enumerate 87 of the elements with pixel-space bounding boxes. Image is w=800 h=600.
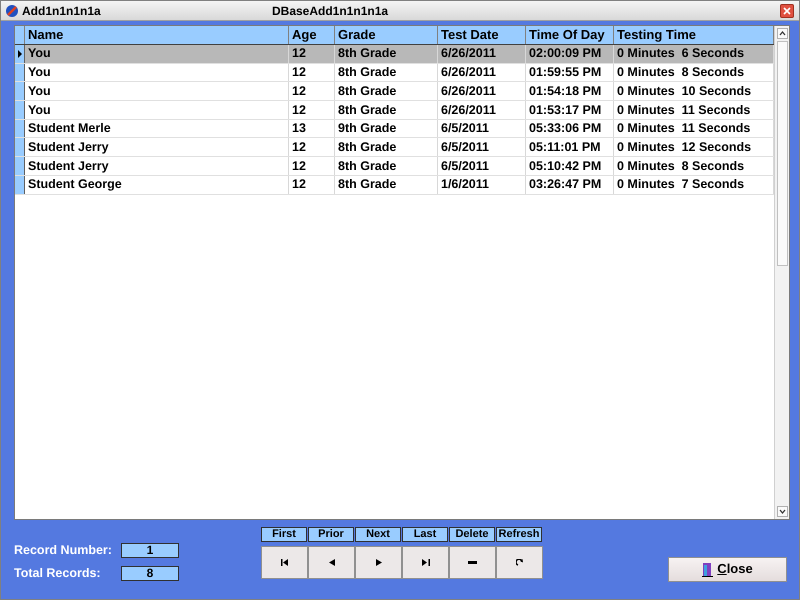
scroll-thumb[interactable] xyxy=(776,41,788,266)
last-record-icon xyxy=(422,559,430,566)
table-cell: 8th Grade xyxy=(335,101,438,119)
navigator-button[interactable] xyxy=(261,546,308,579)
table-cell: Student Jerry xyxy=(25,157,289,175)
table-row[interactable]: Student Jerry 12 8th Grade 6/5/2011 05:11:01 PM 0 Minutes 12 Seconds xyxy=(15,138,774,158)
table-row[interactable]: Student Jerry 12 8th Grade 6/5/2011 05:10:42 PM 0 Minutes 8 Seconds xyxy=(15,157,774,176)
navigator-caption: Next xyxy=(355,527,401,542)
table-cell: 01:54:18 PM xyxy=(526,82,614,100)
close-button[interactable]: Close xyxy=(668,556,787,582)
table-cell: 8th Grade xyxy=(335,64,438,82)
column-header[interactable]: Name xyxy=(25,26,289,44)
table-cell: You xyxy=(25,45,289,63)
previous-icon xyxy=(328,559,334,566)
table-cell: You xyxy=(25,64,289,82)
table-cell: 8th Grade xyxy=(335,176,438,194)
table-cell: 05:11:01 PM xyxy=(526,138,614,156)
window-title: Add1n1n1n1a xyxy=(22,2,102,20)
navigator-button[interactable] xyxy=(449,546,496,579)
next-icon xyxy=(376,559,382,566)
field-label: Total Records: xyxy=(14,564,102,582)
first-record-icon xyxy=(280,559,288,566)
table-cell: 8th Grade xyxy=(335,157,438,175)
window-caption: DBaseAdd1n1n1n1a xyxy=(272,2,388,20)
table-cell: 12 xyxy=(289,64,335,82)
close-icon[interactable] xyxy=(780,4,794,18)
table-cell: 02:00:09 PM xyxy=(526,45,614,63)
table-cell: 05:33:06 PM xyxy=(526,120,614,138)
table-cell: 6/26/2011 xyxy=(438,64,526,82)
table-cell: 12 xyxy=(289,101,335,119)
table-cell: 05:10:42 PM xyxy=(526,157,614,175)
value-field: 1 xyxy=(121,542,179,558)
table-cell: 6/26/2011 xyxy=(438,101,526,119)
column-header[interactable]: Grade xyxy=(335,26,438,44)
table-cell: 8th Grade xyxy=(335,138,438,156)
column-header[interactable]: Test Date xyxy=(438,26,526,44)
table-row[interactable]: Student Merle 13 9th Grade 6/5/2011 05:33:06 PM 0 Minutes 11 Seconds xyxy=(15,120,774,138)
app-icon xyxy=(5,4,19,18)
table-cell: Student Jerry xyxy=(25,138,289,156)
navigator-caption: Refresh xyxy=(496,527,542,542)
door-icon xyxy=(702,562,714,576)
table-cell: 6/5/2011 xyxy=(438,138,526,156)
navigator-button[interactable] xyxy=(308,546,355,579)
table-cell: 12 xyxy=(289,82,335,100)
navigator-button[interactable] xyxy=(355,546,402,579)
table-cell: 01:53:17 PM xyxy=(526,101,614,119)
table-cell: 13 xyxy=(289,120,335,138)
table-cell: Student Merle xyxy=(25,120,289,138)
table-cell: 8th Grade xyxy=(335,45,438,63)
navigator-button[interactable] xyxy=(496,546,543,579)
table-row[interactable]: Student George 12 8th Grade 1/6/2011 03:26:47 PM 0 Minutes 7 Seconds xyxy=(15,176,774,194)
table-cell: Student George xyxy=(25,176,289,194)
table-row[interactable]: You 12 8th Grade 6/26/2011 01:53:17 PM 0 Minutes 11 Seconds xyxy=(15,101,774,120)
table-cell: 6/26/2011 xyxy=(438,45,526,63)
row-selector[interactable] xyxy=(15,45,25,63)
table-cell: 1/6/2011 xyxy=(438,176,526,194)
table-row[interactable]: You 12 8th Grade 6/26/2011 01:54:18 PM 0 Minutes 10 Seconds xyxy=(15,82,774,102)
navigator-caption: Delete xyxy=(449,527,495,542)
table-cell: You xyxy=(25,82,289,100)
table-cell: 6/5/2011 xyxy=(438,157,526,175)
table-cell: 12 xyxy=(289,138,335,156)
table-cell: 8th Grade xyxy=(335,82,438,100)
field-label: Record Number: xyxy=(14,542,113,559)
table-cell: You xyxy=(25,101,289,119)
scroll-down-icon[interactable] xyxy=(776,506,788,517)
navigator-caption: First xyxy=(261,527,307,542)
table-row[interactable]: You 12 8th Grade 6/26/2011 01:59:55 PM 0 Minutes 8 Seconds xyxy=(15,64,774,82)
navigator-button[interactable] xyxy=(402,546,449,579)
navigator-caption: Last xyxy=(402,527,448,542)
column-header[interactable]: Age xyxy=(289,26,335,44)
table-row[interactable]: You 12 8th Grade 6/26/2011 02:00:09 PM 0 Minutes 6 Seconds xyxy=(15,45,774,64)
minus-icon xyxy=(468,561,477,564)
value-field: 8 xyxy=(121,566,179,581)
column-header[interactable]: Time Of Day xyxy=(526,26,614,44)
table-cell: 03:26:47 PM xyxy=(526,176,614,194)
scroll-up-icon[interactable] xyxy=(776,28,788,39)
table-cell: 12 xyxy=(289,176,335,194)
table-cell: 6/5/2011 xyxy=(438,120,526,138)
table-cell: 01:59:55 PM xyxy=(526,64,614,82)
table-cell: 12 xyxy=(289,45,335,63)
table-cell: 9th Grade xyxy=(335,120,438,138)
table-cell: 6/26/2011 xyxy=(438,82,526,100)
scrollbar[interactable] xyxy=(774,26,789,519)
row-pointer-icon xyxy=(18,50,22,58)
refresh-icon xyxy=(516,558,524,566)
table-cell: 12 xyxy=(289,157,335,175)
navigator-caption: Prior xyxy=(308,527,354,542)
